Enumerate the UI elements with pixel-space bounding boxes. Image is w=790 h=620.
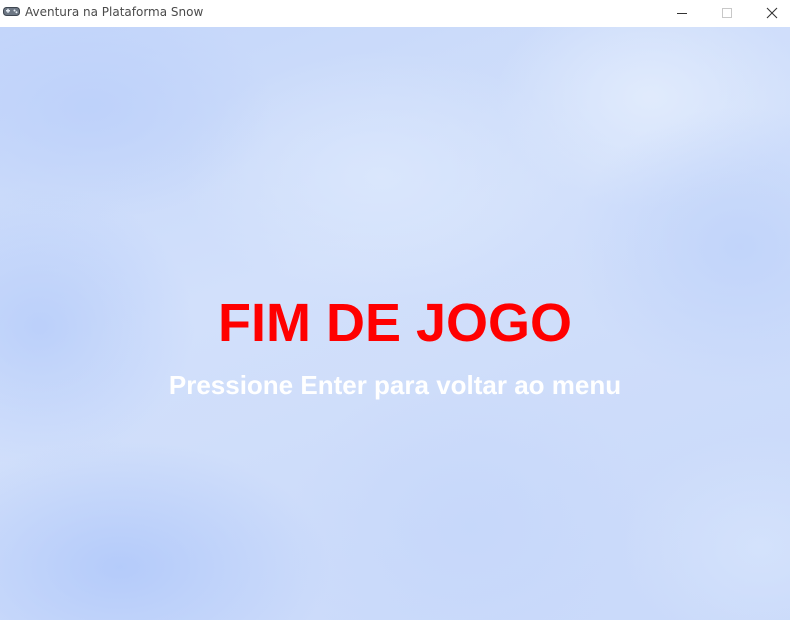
window-title: Aventura na Plataforma Snow — [25, 5, 204, 19]
close-icon — [766, 7, 777, 19]
maximize-button[interactable] — [704, 0, 749, 26]
return-to-menu-prompt: Pressione Enter para voltar ao menu — [168, 370, 622, 400]
game-over-title: FIM DE JOGO — [217, 293, 573, 353]
game-canvas[interactable]: FIM DE JOGO Pressione Enter para voltar … — [0, 27, 790, 620]
minimize-icon — [676, 13, 687, 14]
title-bar[interactable]: Aventura na Plataforma Snow — [0, 0, 790, 26]
minimize-button[interactable] — [659, 0, 704, 26]
app-window: Aventura na Plataforma Snow FIM DE JOGO … — [0, 0, 790, 620]
gamepad-icon — [3, 7, 20, 16]
close-button[interactable] — [749, 0, 790, 26]
maximize-icon — [721, 8, 732, 18]
